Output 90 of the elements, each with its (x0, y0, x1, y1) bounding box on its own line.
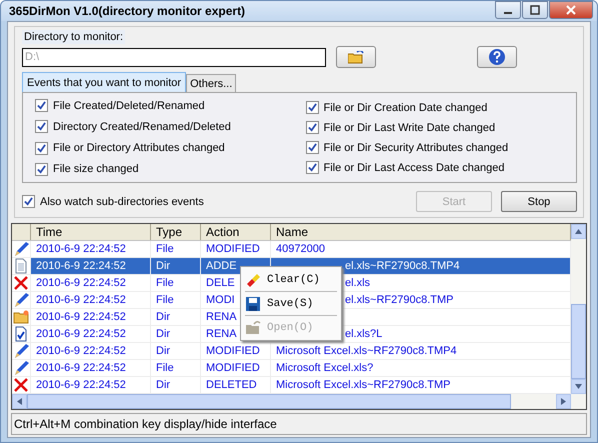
checkbox[interactable] (306, 101, 318, 114)
down-arrow-icon (575, 384, 582, 389)
left-arrow-icon (17, 398, 22, 405)
checkbox-label: File or Directory Attributes changed (53, 142, 225, 154)
table-cell: Microsoft Excel.xls? (276, 362, 374, 374)
vertical-scrollbar[interactable] (571, 224, 586, 394)
checkbox[interactable] (35, 120, 48, 134)
table-cell: DELETED (206, 379, 257, 391)
maximize-button[interactable] (522, 1, 548, 19)
pencil-icon (13, 292, 29, 308)
table-row[interactable]: 2010-6-9 22:24:52 Dir MODIFIED Microsoft Excel.xls~RF2790c8.TMP4 (12, 343, 571, 360)
table-row[interactable]: 2010-6-9 22:24:52 Dir ADDE el.xls~RF2790c8.TMP4 (12, 258, 571, 275)
table-cell: 2010-6-9 22:24:52 (36, 260, 126, 272)
checkbox-label: Directory Created/Renamed/Deleted (53, 120, 231, 133)
table-cell: 2010-6-9 22:24:52 (36, 311, 126, 323)
checkbox[interactable] (35, 162, 48, 176)
table-cell: RENA (206, 328, 237, 340)
table-cell: MODIFIED (206, 362, 260, 374)
table-cell: 2010-6-9 22:24:52 (36, 277, 126, 289)
checkbox-label: File or Dir Security Attributes changed (324, 142, 508, 154)
table-cell: Dir (156, 260, 170, 272)
table-cell: el.xls~RF2790c8.TMP (345, 294, 454, 306)
checkbox-label: Also watch sub-directories events (40, 196, 204, 208)
table-cell: Dir (156, 328, 170, 340)
eraser-icon (245, 272, 261, 288)
checkbox[interactable] (306, 121, 318, 134)
tab[interactable]: Events that you want to monitor (22, 72, 186, 92)
table-cell: 40972000 (276, 243, 325, 255)
checkbox-label: File size changed (53, 163, 139, 176)
table-cell: el.xls~RF2790c8.TMP4 (345, 260, 460, 272)
folder-icon (13, 309, 29, 325)
table-cell: el.xls (345, 277, 370, 289)
close-button[interactable] (549, 1, 593, 19)
field-label: Directory to monitor: (22, 30, 126, 44)
checkbox-label: File or Dir Last Access Date changed (324, 162, 504, 174)
browse-folder-button[interactable] (336, 46, 376, 68)
folder-icon (348, 50, 364, 64)
checkbox-label: File Created/Deleted/Renamed (53, 100, 205, 112)
cross-icon (13, 377, 29, 393)
column-header[interactable]: Action (201, 224, 271, 240)
table-cell: File (156, 243, 174, 255)
pencil-icon (13, 360, 29, 376)
table-cell: Dir (156, 311, 170, 323)
cross-icon (13, 275, 29, 291)
checkbox[interactable] (35, 142, 48, 155)
table-cell: MODIFIED (206, 243, 260, 255)
table-cell: Microsoft Excel.xls~RF2790c8.TMP (276, 379, 451, 391)
table-cell: File (156, 294, 174, 306)
horizontal-scrollbar[interactable] (12, 394, 586, 409)
pencil-icon (13, 343, 29, 359)
table-cell: 2010-6-9 22:24:52 (36, 345, 126, 357)
tab[interactable]: Others... (186, 74, 236, 92)
close-icon (566, 5, 576, 15)
help-button[interactable] (477, 46, 517, 68)
checkbox[interactable] (22, 195, 35, 208)
pencil-icon (13, 241, 29, 257)
status-bar: Ctrl+Alt+M combination key display/hide interface (11, 413, 587, 435)
action-button[interactable]: Stop (501, 191, 577, 212)
maximize-icon (530, 5, 540, 15)
folder-icon (245, 320, 261, 336)
checkbox[interactable] (306, 141, 318, 154)
table-cell: File (156, 362, 174, 374)
table-cell: 2010-6-9 22:24:52 (36, 379, 126, 391)
table-cell: 2010-6-9 22:24:52 (36, 243, 126, 255)
checkbox[interactable] (306, 161, 318, 174)
help-icon (488, 48, 506, 66)
checkbox-label: File or Dir Creation Date changed (324, 102, 488, 114)
table-cell: Dir (156, 345, 170, 357)
table-cell: Dir (156, 379, 170, 391)
table-cell: 2010-6-9 22:24:52 (36, 328, 126, 340)
table-cell: el.xls?L (345, 328, 382, 340)
up-arrow-icon (575, 229, 582, 234)
table-cell: File (156, 277, 174, 289)
table-cell: ADDE (206, 260, 237, 272)
column-header[interactable]: Time (31, 224, 151, 240)
table-cell: Microsoft Excel.xls~RF2790c8.TMP4 (276, 345, 457, 357)
table-cell: RENA (206, 311, 237, 323)
right-arrow-icon (561, 398, 566, 405)
checkbox-label: File or Dir Last Write Date changed (324, 122, 496, 134)
minimize-button[interactable] (495, 1, 521, 19)
minimize-icon (504, 12, 512, 14)
checkbox[interactable] (35, 99, 48, 112)
table-cell: MODI (206, 294, 235, 306)
table-cell: 2010-6-9 22:24:52 (36, 294, 126, 306)
column-header[interactable]: Type (151, 224, 201, 240)
table-cell: DELE (206, 277, 235, 289)
window-title: 365DirMon V1.0(directory monitor expert) (9, 4, 246, 18)
table-row[interactable]: 2010-6-9 22:24:52 File MODIFIED Microsoft Excel.xls? (12, 360, 571, 377)
table-cell: MODIFIED (206, 345, 260, 357)
table-cell: 2010-6-9 22:24:52 (36, 362, 126, 374)
